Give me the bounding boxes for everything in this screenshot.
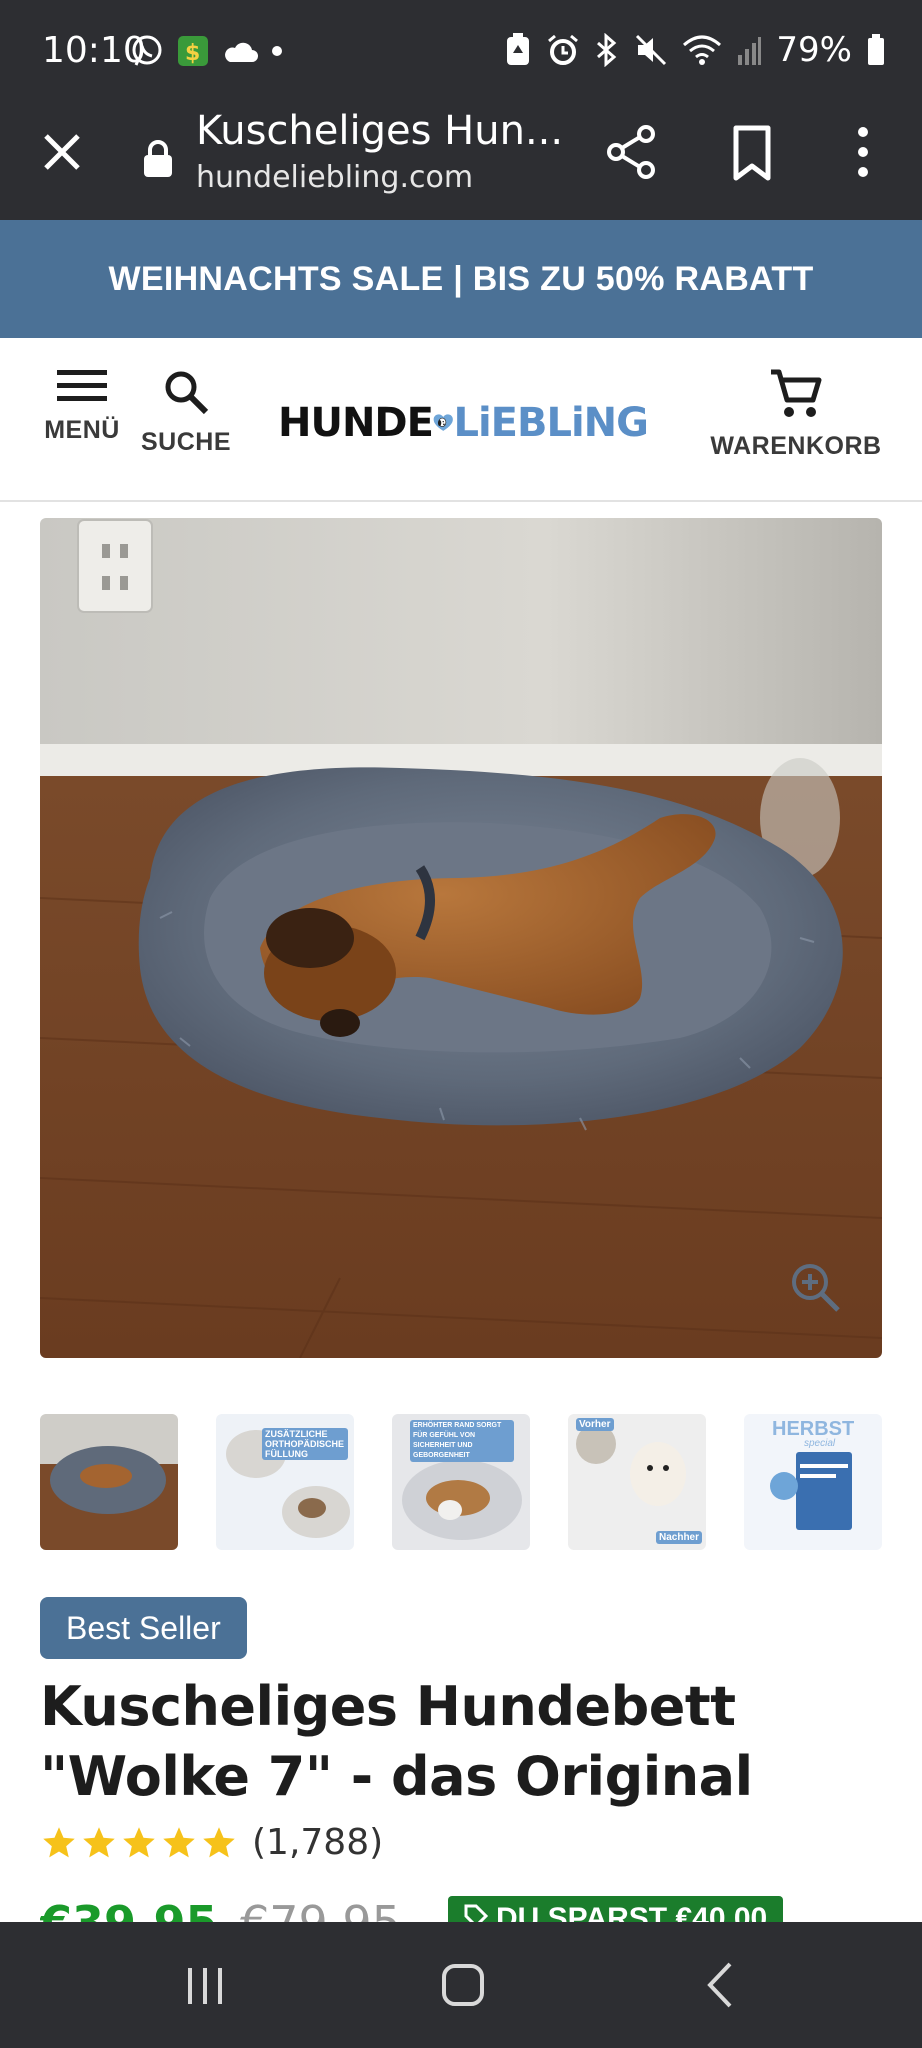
signal-icon bbox=[738, 37, 762, 65]
thumbnail-2[interactable]: ZUSÄTZLICHE ORTHOPÄDISCHE FÜLLUNG bbox=[216, 1414, 354, 1550]
browser-toolbar: Kuscheliges Hun... hundeliebling.com bbox=[0, 104, 922, 220]
svg-text:$: $ bbox=[185, 41, 200, 66]
status-bar: 10:10 $ 79% bbox=[0, 0, 922, 104]
search-icon bbox=[165, 371, 209, 415]
wifi-icon bbox=[683, 35, 722, 65]
page-url[interactable]: hundeliebling.com bbox=[196, 160, 473, 195]
battery-saver-icon bbox=[507, 33, 530, 65]
shopping-cart-icon bbox=[771, 369, 822, 417]
star-icon bbox=[123, 1826, 155, 1857]
product-title-line-1: Kuscheliges Hundebett bbox=[40, 1675, 736, 1738]
star-icon bbox=[43, 1826, 75, 1857]
star-icon bbox=[83, 1826, 115, 1857]
sale-price: €39,95 bbox=[40, 1896, 218, 1922]
recent-apps-icon[interactable] bbox=[170, 1952, 240, 2018]
close-icon[interactable] bbox=[38, 128, 86, 176]
mute-icon bbox=[636, 34, 667, 66]
system-nav-bar bbox=[0, 1922, 922, 2048]
whatsapp-icon bbox=[132, 35, 162, 66]
product-title-line-2: "Wolke 7" - das Original bbox=[40, 1745, 753, 1808]
thumbnail-4-after: Nachher bbox=[655, 1531, 702, 1544]
price-row: €39,95 €79,95 DU SPARST €40,00 bbox=[40, 1896, 882, 1922]
site-logo[interactable]: HUNDE LiEBLiNG bbox=[278, 388, 649, 458]
tag-icon bbox=[464, 1904, 488, 1922]
cart-button[interactable]: WARENKORB bbox=[706, 368, 886, 461]
search-button[interactable]: SUCHE bbox=[140, 368, 232, 457]
cloud-icon bbox=[225, 42, 258, 62]
bluetooth-icon bbox=[597, 33, 617, 67]
menu-label: MENÜ bbox=[44, 416, 120, 444]
heart-dog-logo-icon bbox=[433, 414, 453, 431]
best-seller-badge: Best Seller bbox=[40, 1597, 247, 1659]
home-icon[interactable] bbox=[428, 1952, 498, 2018]
thumbnail-4-before: Vorher bbox=[576, 1418, 614, 1431]
thumbnail-3-caption: ERHÖHTER RAND SORGT FÜR GEFÜHL VON SICHE… bbox=[410, 1420, 514, 1462]
share-icon[interactable] bbox=[604, 122, 660, 182]
product-main-image[interactable] bbox=[40, 518, 882, 1358]
thumbnail-gallery: ZUSÄTZLICHE ORTHOPÄDISCHE FÜLLUNG ERHÖHT… bbox=[40, 1414, 882, 1552]
hamburger-menu-icon bbox=[57, 370, 107, 401]
star-rating bbox=[40, 1825, 238, 1861]
app-notification-icon: $ bbox=[178, 36, 208, 66]
thumbnail-5[interactable]: HERBST special bbox=[744, 1414, 882, 1550]
savings-badge: DU SPARST €40,00 bbox=[448, 1896, 784, 1922]
menu-button[interactable]: MENÜ bbox=[40, 368, 124, 445]
dog-bed-photo bbox=[40, 518, 882, 1358]
star-icon bbox=[163, 1826, 195, 1857]
battery-icon bbox=[868, 34, 884, 65]
thumbnail-1[interactable] bbox=[40, 1414, 178, 1550]
alarm-icon bbox=[548, 34, 579, 65]
review-count: (1,788) bbox=[252, 1822, 384, 1863]
thumbnail-4[interactable]: Vorher Nachher bbox=[568, 1414, 706, 1550]
search-label: SUCHE bbox=[140, 428, 231, 456]
page-title[interactable]: Kuscheliges Hun... bbox=[196, 108, 563, 154]
more-options-icon[interactable] bbox=[848, 122, 878, 182]
original-price: €79,95 bbox=[240, 1896, 401, 1922]
bookmark-icon[interactable] bbox=[730, 124, 774, 182]
thumbnail-5-subtitle: special bbox=[804, 1438, 836, 1449]
back-icon[interactable] bbox=[686, 1952, 756, 2018]
star-icon bbox=[203, 1826, 235, 1857]
product-title: Kuscheliges Hundebett "Wolke 7" - das Or… bbox=[40, 1672, 880, 1812]
savings-text: DU SPARST €40,00 bbox=[496, 1902, 768, 1922]
logo-text-hunde: HUNDE bbox=[278, 400, 434, 446]
promo-text: WEIHNACHTS SALE | BIS ZU 50% RABATT bbox=[108, 259, 814, 298]
zoom-icon[interactable] bbox=[788, 1260, 842, 1314]
thumbnail-2-caption: ZUSÄTZLICHE ORTHOPÄDISCHE FÜLLUNG bbox=[262, 1428, 348, 1460]
logo-text-liebling: LiEBLiNG bbox=[453, 400, 649, 446]
cart-label: WARENKORB bbox=[710, 432, 882, 460]
promo-banner[interactable]: WEIHNACHTS SALE | BIS ZU 50% RABATT bbox=[0, 220, 922, 338]
dot-icon bbox=[272, 46, 282, 56]
thumbnail-3[interactable]: ERHÖHTER RAND SORGT FÜR GEFÜHL VON SICHE… bbox=[392, 1414, 530, 1550]
lock-icon bbox=[144, 140, 172, 177]
battery-percent: 79% bbox=[776, 30, 852, 70]
product-rating[interactable]: (1,788) bbox=[40, 1822, 383, 1863]
site-header: MENÜ SUCHE HUNDE LiEBLiNG WARENKORB bbox=[0, 338, 922, 502]
